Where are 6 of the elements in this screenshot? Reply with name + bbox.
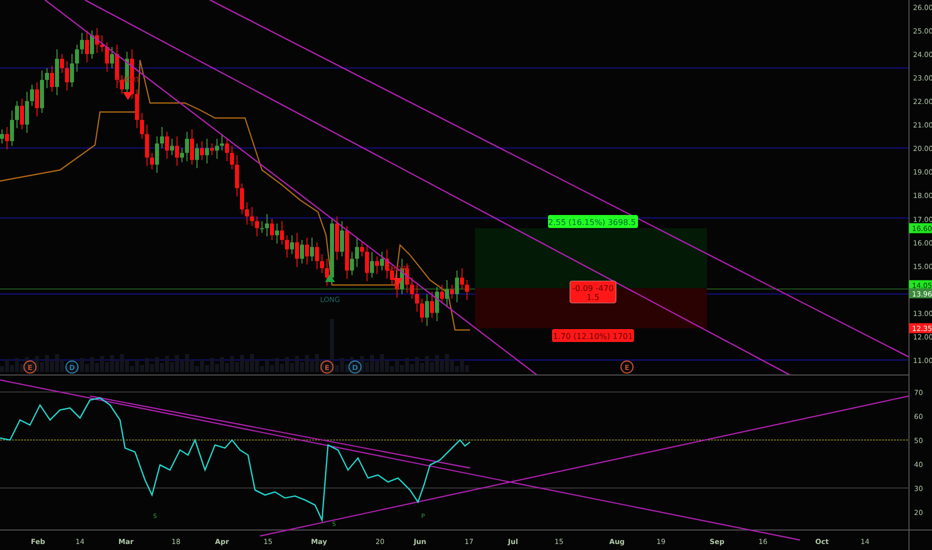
- target-label: 2.55 (16.15%) 3698.5: [548, 215, 638, 228]
- down-triangle-icon: [393, 278, 403, 286]
- up-triangle-icon: [325, 274, 335, 282]
- down-triangle-icon: [123, 92, 133, 100]
- entry-label: -0.09 -470 1.5: [570, 280, 616, 304]
- stop-label: 1.70 (12.10%) 1701: [552, 329, 634, 342]
